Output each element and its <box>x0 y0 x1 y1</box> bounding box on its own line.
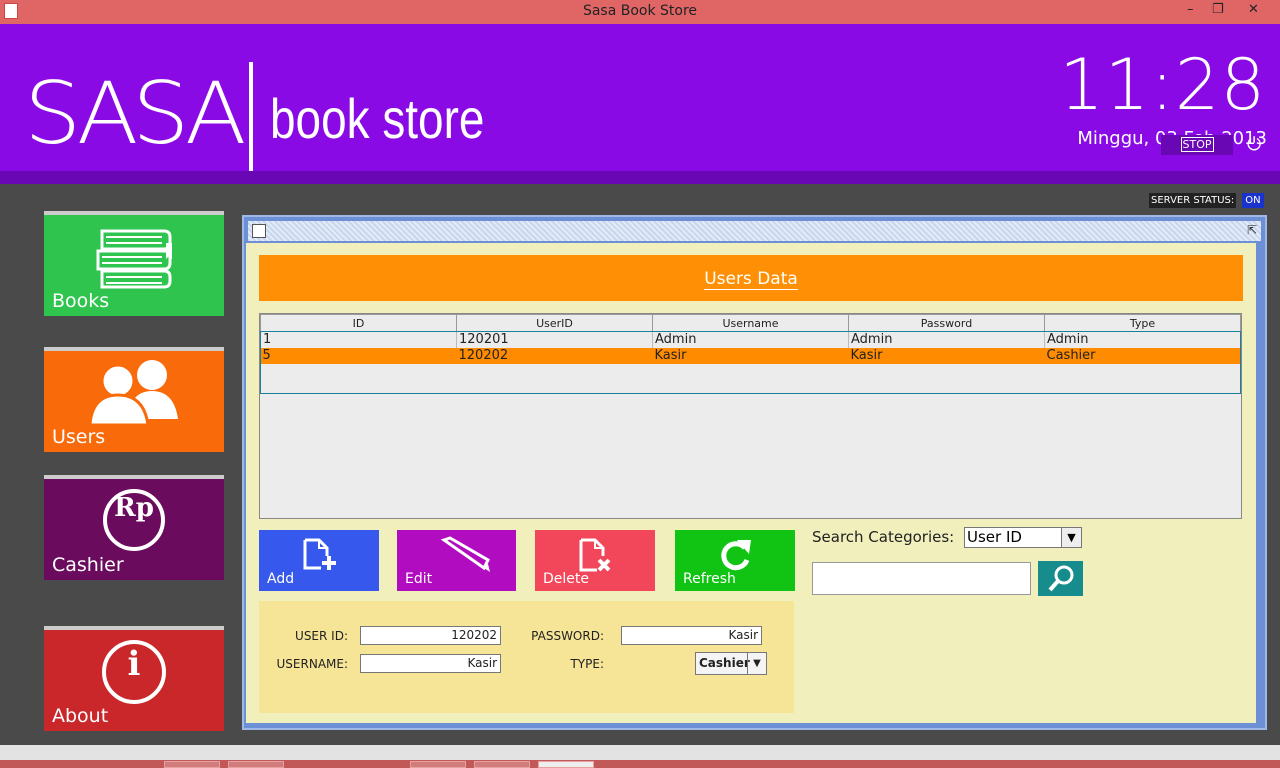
add-label: Add <box>267 571 295 587</box>
clock: 11:28 <box>1059 44 1266 126</box>
nav-tile-users[interactable]: Users <box>44 347 224 452</box>
column-header-type[interactable]: Type <box>1044 314 1241 332</box>
search-input[interactable] <box>812 562 1031 595</box>
frame-menu-icon[interactable] <box>252 224 266 238</box>
logo-sasa: SASA <box>24 64 247 164</box>
table-header-row: ID UserID Username Password Type <box>260 314 1241 332</box>
server-status-value: ON <box>1242 193 1264 208</box>
nav-tile-books[interactable]: Books <box>44 211 224 316</box>
edit-button[interactable]: Edit <box>397 530 516 591</box>
pencil-icon <box>440 536 491 572</box>
nav-label-cashier: Cashier <box>52 554 124 576</box>
refresh-button[interactable]: Refresh <box>675 530 795 591</box>
os-taskbar <box>0 745 1280 768</box>
logo-divider <box>249 62 253 178</box>
userid-field[interactable]: 120202 <box>360 626 501 645</box>
password-label: PASSWORD: <box>531 629 604 643</box>
search-category-select[interactable]: User ID ▼ <box>964 527 1082 548</box>
users-icon <box>90 360 178 427</box>
books-icon <box>96 229 172 289</box>
header-band <box>0 171 1280 184</box>
password-field[interactable]: Kasir <box>621 626 762 645</box>
column-header-password[interactable]: Password <box>848 314 1045 332</box>
delete-label: Delete <box>543 571 589 587</box>
search-icon <box>1048 565 1074 592</box>
search-button[interactable] <box>1038 561 1083 596</box>
logo-bookstore: book store <box>270 87 485 150</box>
table-rows-border <box>260 331 1241 394</box>
users-table[interactable]: ID UserID Username Password Type 1 12020… <box>259 313 1242 519</box>
server-status-label: SERVER STATUS: <box>1149 193 1237 208</box>
chevron-down-icon[interactable]: ▼ <box>747 653 766 674</box>
taskbar-item-active[interactable] <box>538 761 594 768</box>
add-file-icon <box>303 538 336 570</box>
username-label: USERNAME: <box>276 657 348 671</box>
taskbar-item[interactable] <box>410 761 466 768</box>
taskbar-item[interactable] <box>228 761 284 768</box>
info-icon: i <box>102 640 166 704</box>
delete-file-icon <box>579 538 611 572</box>
power-icon[interactable]: ⏻ <box>1247 134 1261 155</box>
search-categories-label: Search Categories: <box>812 528 955 546</box>
chevron-down-icon[interactable]: ▼ <box>1061 528 1081 547</box>
nav-label-about: About <box>52 705 109 727</box>
maximize-button[interactable]: ❐ <box>1212 2 1224 17</box>
nav-tile-about[interactable]: i About <box>44 626 224 731</box>
refresh-icon <box>721 540 751 571</box>
window-title: Sasa Book Store <box>582 3 698 19</box>
column-header-userid[interactable]: UserID <box>456 314 653 332</box>
type-value: Cashier <box>699 656 750 670</box>
rupiah-icon: Rp <box>103 489 165 551</box>
taskbar-item[interactable] <box>474 761 530 768</box>
frame-restore-icon[interactable]: ⇱ <box>1247 223 1257 237</box>
userid-label: USER ID: <box>295 629 348 643</box>
panel-title: Users Data <box>704 268 798 290</box>
window-title-bar: Sasa Book Store – ❐ ✕ <box>0 0 1280 24</box>
panel-title-band: Users Data <box>259 255 1243 301</box>
add-button[interactable]: Add <box>259 530 379 591</box>
app-header: SASA book store 11:28 Minggu, 03 Feb 201… <box>0 24 1280 178</box>
nav-label-books: Books <box>52 290 110 312</box>
taskbar-item[interactable] <box>164 761 220 768</box>
stop-button[interactable]: STOP <box>1161 135 1233 155</box>
delete-button[interactable]: Delete <box>535 530 655 591</box>
type-label: TYPE: <box>570 657 604 671</box>
edit-label: Edit <box>405 571 433 587</box>
type-select[interactable]: Cashier ▼ <box>695 652 767 675</box>
column-header-username[interactable]: Username <box>652 314 849 332</box>
search-category-value: User ID <box>967 528 1022 546</box>
refresh-label: Refresh <box>683 571 736 587</box>
username-field[interactable]: Kasir <box>360 654 501 673</box>
server-status: SERVER STATUS: ON <box>1149 193 1264 209</box>
column-header-id[interactable]: ID <box>260 314 457 332</box>
nav-tile-cashier[interactable]: Rp Cashier <box>44 475 224 580</box>
nav-label-users: Users <box>52 426 106 448</box>
stop-label: STOP <box>1180 137 1214 152</box>
minimize-button[interactable]: – <box>1187 2 1194 17</box>
close-button[interactable]: ✕ <box>1248 2 1259 17</box>
internal-frame-titlebar[interactable]: ⇱ <box>248 221 1261 241</box>
